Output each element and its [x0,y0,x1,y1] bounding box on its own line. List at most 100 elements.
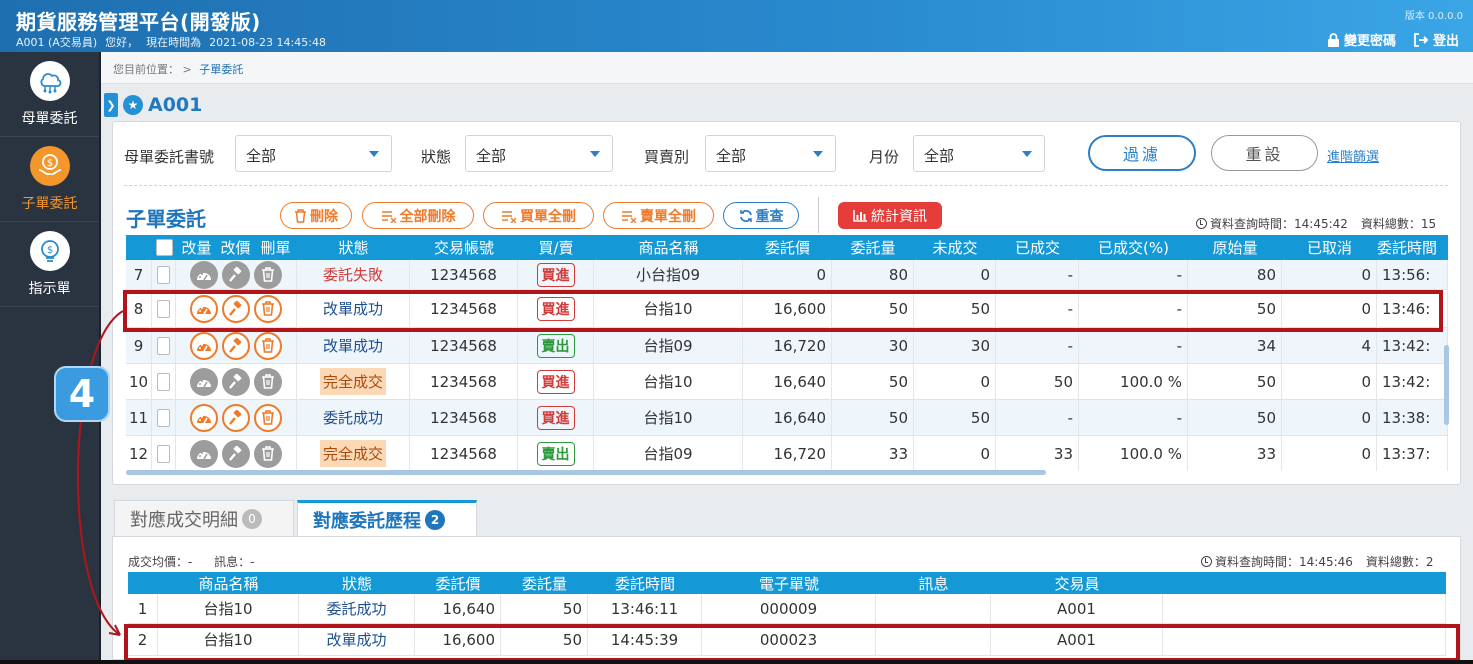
side-select[interactable]: 全部 [705,135,836,172]
history-row[interactable]: 1 台指10 委託成功 16,640 50 13:46:11 000009 A001 [128,594,1446,624]
sidebar-item-child-order[interactable]: $ 子單委託 [0,137,99,222]
svg-text:$: $ [46,158,52,169]
trash-icon[interactable] [254,367,282,396]
sidebar-label: 母單委託 [21,111,78,127]
col-header: 商品名稱 [638,239,699,257]
table-row[interactable]: 11 委託成功 1234568 買進 台指10 16,640 50 50- -50 0 13:38: [126,400,1448,436]
table-cell: 33 [832,436,914,471]
table-cell: - [996,260,1079,289]
delete-label: 刪除 [310,208,338,225]
horizontal-scrollbar[interactable] [126,470,1046,475]
row-checkbox[interactable] [157,372,170,391]
query-info: 資料查詢時間：14:45:42 資料總數：15 [1196,215,1436,232]
gauge-icon[interactable] [190,403,218,432]
row-number: 7 [133,265,144,284]
gavel-icon[interactable] [222,260,250,289]
reset-button[interactable]: 重設 [1211,135,1318,171]
table-row[interactable]: 10 完全成交 1234568 買進 台指10 16,640 50 0 50 100.0 % 50 0… [126,364,1448,400]
history-table-header: 商品名稱 狀態 委託價 委託量 委託時間 電子單號 訊息 交易員 [128,572,1446,594]
status-select[interactable]: 全部 [465,135,613,172]
table-cell: 完全成交 [297,436,410,471]
delete-all-button[interactable]: 全部刪除 [362,202,474,229]
row-checkbox[interactable] [157,299,170,318]
trash-icon [294,208,307,223]
advanced-filter-link[interactable]: 進階篩選 [1327,146,1379,165]
table-cell: 1234568 [410,364,518,399]
tab-order-history[interactable]: 對應委託歷程 2 [297,500,477,536]
trash-icon[interactable] [254,403,282,432]
logout-button[interactable]: 登出 [1413,30,1459,49]
expand-chevron-icon[interactable]: ❯ [104,93,118,117]
breadcrumb-current[interactable]: 子單委託 [199,63,243,76]
price-cell: 16,640 [442,599,496,618]
table-cell: 13:46:11 [588,594,702,623]
table-row[interactable]: 7 委託失敗 1234568 買進 小台指09 0 80 0 - - 80 0 13:56: [126,260,1448,290]
section-title: 子單委託 [126,207,206,231]
col-header: 買/賣 [538,239,574,257]
table-cell: 0 [743,260,832,289]
row-checkbox[interactable] [157,444,170,463]
cancelled-cell: 0 [1361,265,1371,284]
stats-button[interactable]: 統計資訊 [838,202,942,229]
tab-trade-details[interactable]: 對應成交明細 0 [114,500,294,536]
table-cell: 委託失敗 [297,260,410,289]
table-cell: 13:56: [1377,260,1448,289]
gauge-icon[interactable] [190,260,218,289]
table-cell: 0 [914,364,996,399]
buy-delete-all-button[interactable]: 買單全刪 [483,202,594,229]
price-cell: 16,720 [773,444,827,463]
gauge-icon[interactable] [190,331,218,360]
version-label: 版本 0.0.0.0 [1404,11,1463,22]
select-all-checkbox[interactable] [155,239,173,256]
status-value: 全部 [476,147,507,165]
table-cell: 14:45:39 [588,624,702,655]
account-cell: 1234568 [430,336,497,355]
parent-no-value: 全部 [246,147,277,165]
status-text: 委託成功 [326,600,387,618]
trash-icon[interactable] [254,294,282,323]
row-checkbox[interactable] [157,336,170,355]
trash-icon[interactable] [254,260,282,289]
gavel-icon[interactable] [222,331,250,360]
gavel-icon[interactable] [222,367,250,396]
caret-down-icon [369,151,379,157]
gauge-icon[interactable] [190,439,218,468]
table-row[interactable]: 8 改單成功 1234568 買進 台指10 16,600 50 50- -50 0 13:46: [126,290,1448,328]
vertical-scrollbar[interactable] [1444,345,1449,425]
filter-button[interactable]: 過濾 [1088,135,1196,171]
gavel-icon[interactable] [222,439,250,468]
month-select[interactable]: 全部 [913,135,1045,172]
cancelled-cell: 0 [1361,372,1371,391]
table-cell: 34 [1188,328,1282,363]
product-cell: 台指10 [643,409,693,427]
requery-button[interactable]: 重查 [723,202,799,229]
table-row[interactable]: 12 完全成交 1234568 賣出 台指09 16,720 33 0 33 100.0 % 33 0… [126,436,1448,471]
account-cell: 1234568 [430,408,497,427]
row-checkbox[interactable] [157,408,170,427]
time-cell: 13:38: [1382,408,1431,427]
table-cell: 80 [1188,260,1282,289]
table-cell: 50 [914,290,996,327]
account-cell: 1234568 [430,265,497,284]
trash-icon[interactable] [254,439,282,468]
gavel-icon[interactable] [222,403,250,432]
col-check[interactable] [152,235,176,260]
table-cell: 50 [1188,364,1282,399]
sidebar-item-instruction[interactable]: $ 指示單 [0,222,99,307]
change-password-button[interactable]: 變更密碼 [1327,30,1396,49]
delete-button[interactable]: 刪除 [280,202,352,229]
row-checkbox[interactable] [157,265,170,284]
table-cell: 7 [126,260,152,289]
account-cell: 1234568 [430,299,497,318]
gauge-icon[interactable] [190,294,218,323]
history-row[interactable]: 2 台指10 改單成功 16,600 50 14:45:39 000023 A001 [128,624,1446,656]
parent-no-select[interactable]: 全部 [235,135,392,172]
gauge-icon[interactable] [190,367,218,396]
trash-icon[interactable] [254,331,282,360]
table-cell: 委託成功 [297,400,410,435]
sidebar-item-parent-order[interactable]: 母單委託 [0,52,99,137]
table-row[interactable]: 9 改單成功 1234568 賣出 台指09 16,720 30 30- -34 4 13:42: [126,328,1448,364]
table-cell: 16,640 [743,400,832,435]
sell-delete-all-button[interactable]: 賣單全刪 [603,202,714,229]
gavel-icon[interactable] [222,294,250,323]
